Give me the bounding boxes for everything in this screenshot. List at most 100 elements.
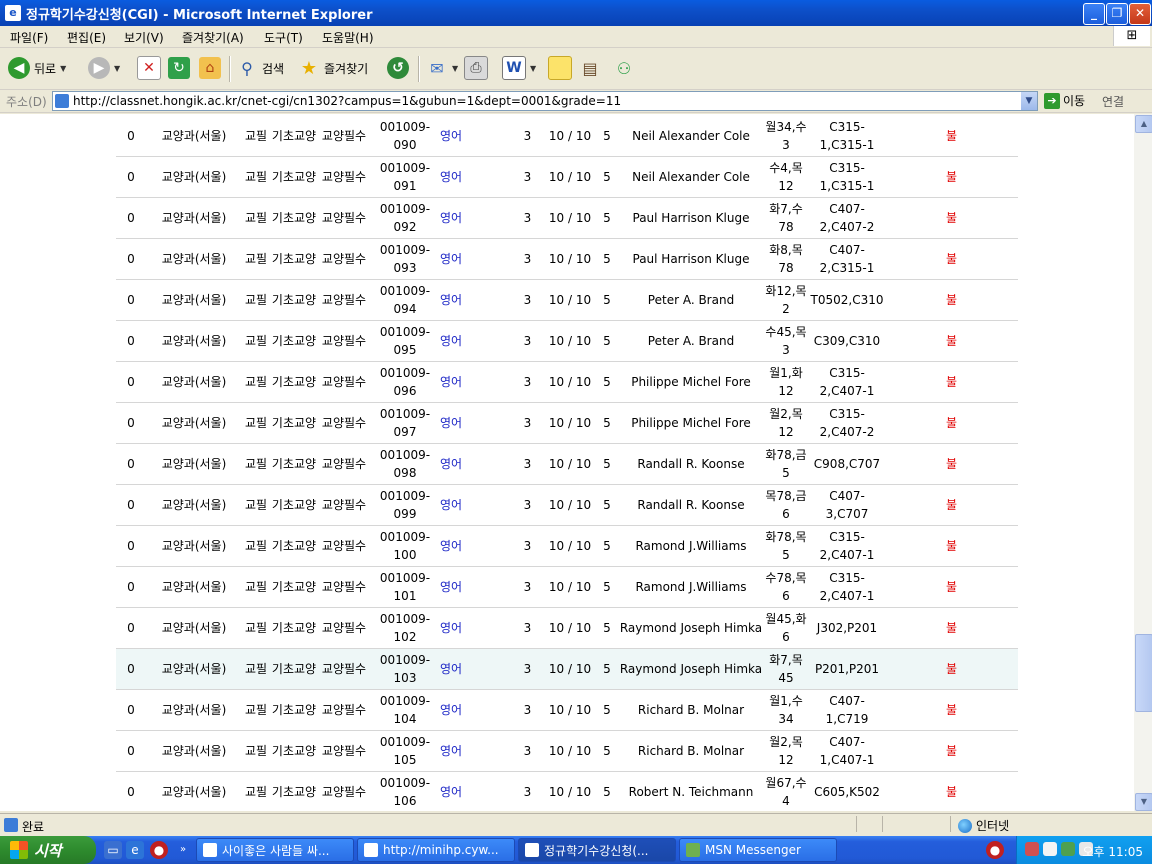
edit-button[interactable]: W ▼ [502,54,536,82]
show-desktop-icon[interactable]: ▭ [104,841,122,859]
course-name-link[interactable]: 영어 [440,320,510,362]
course-name-link[interactable]: 영어 [440,566,510,608]
minimize-button[interactable]: _ [1083,3,1105,25]
course-name-link[interactable]: 영어 [440,116,510,157]
cell-dept: 교양과(서울) [146,238,242,280]
mail-button[interactable]: ✉ ▼ [426,54,458,82]
cell-course-code: 001009-105 [370,730,440,772]
forward-button[interactable]: ▶ ▼ [88,54,120,82]
media-quicklaunch-icon[interactable]: ● [150,841,168,859]
cell-area: 기초교양 [270,648,318,690]
cell-credit: 3 [510,156,545,198]
course-name-link[interactable]: 영어 [440,361,510,403]
history-button[interactable]: ↺ [387,54,409,82]
scroll-up-icon[interactable]: ▲ [1135,115,1152,133]
cell-no: 0 [116,484,146,526]
tray-app-icon[interactable] [1025,842,1039,856]
search-button[interactable]: ⚲ 검색 [236,54,284,82]
cell-count: 5 [595,566,619,608]
tray-messenger-icon[interactable] [1061,842,1075,856]
edit-dropdown-icon[interactable]: ▼ [530,64,536,73]
course-name-link[interactable]: 영어 [440,607,510,649]
title-bar[interactable]: e 정규학기수강신청(CGI) - Microsoft Internet Exp… [0,0,1152,26]
course-name-link[interactable]: 영어 [440,443,510,485]
scroll-down-icon[interactable]: ▼ [1135,793,1152,811]
start-button[interactable]: 시작 [0,836,96,864]
cell-type: 교필 [242,238,270,280]
research-button[interactable]: ▤ [579,54,601,82]
go-button[interactable]: ➔ 이동 [1044,92,1085,109]
course-name-link[interactable]: 영어 [440,279,510,321]
cell-no: 0 [116,116,146,157]
home-button[interactable]: ⌂ [199,54,221,82]
links-button[interactable]: 연결 [1102,93,1124,110]
address-input[interactable]: http://classnet.hongik.ac.kr/cnet-cgi/cn… [52,91,1038,111]
close-button[interactable]: ✕ [1129,3,1151,25]
cell-subcategory: 교양필수 [318,197,370,239]
cell-area: 기초교양 [270,116,318,157]
maximize-button[interactable]: ❐ [1106,3,1128,25]
scroll-thumb[interactable] [1135,634,1152,712]
address-dropdown-icon[interactable]: ▼ [1021,92,1037,110]
cell-course-code: 001009-093 [370,238,440,280]
cell-time: 월67,수4 [763,771,809,811]
cell-room: C908,C707 [809,443,885,485]
course-name-link[interactable]: 영어 [440,771,510,811]
taskbar-item-3[interactable]: MSN Messenger [679,838,837,862]
cell-seats: 10 / 10 [545,320,595,362]
cell-type: 교필 [242,116,270,157]
course-name-link[interactable]: 영어 [440,197,510,239]
menu-bar: 파일(F) 편집(E) 보기(V) 즐겨찾기(A) 도구(T) 도움말(H) ⊞ [0,26,1152,48]
course-name-link[interactable]: 영어 [440,484,510,526]
table-row: 0 교양과(서울) 교필 기초교양 교양필수 001009-099 영어 3 10 / 10 5 R… [116,484,1018,526]
taskbar-item-1[interactable]: http://minihp.cyw... [357,838,515,862]
discuss-button[interactable] [548,54,572,82]
course-name-link[interactable]: 영어 [440,648,510,690]
course-name-link[interactable]: 영어 [440,402,510,444]
cell-time: 화8,목78 [763,238,809,280]
cell-time: 화12,목2 [763,279,809,321]
back-dropdown-icon[interactable]: ▼ [60,64,66,73]
refresh-button[interactable]: ↻ [168,54,190,82]
course-name-link[interactable]: 영어 [440,730,510,772]
course-name-link[interactable]: 영어 [440,238,510,280]
tray-media-icon[interactable]: ● [986,841,1004,859]
course-name-link[interactable]: 영어 [440,525,510,567]
favorites-button[interactable]: ★ 즐겨찾기 [298,54,368,82]
ie-quicklaunch-icon[interactable]: e [126,841,144,859]
cell-type: 교필 [242,279,270,321]
cell-professor: Randall R. Koonse [619,443,763,485]
cell-seats: 10 / 10 [545,771,595,811]
clock[interactable]: 오후 11:05 [1083,843,1143,860]
stop-button[interactable]: ✕ [137,54,161,82]
cell-seats: 10 / 10 [545,443,595,485]
cell-subcategory: 교양필수 [318,771,370,811]
table-row: 0 교양과(서울) 교필 기초교양 교양필수 001009-092 영어 3 10 / 10 5 P… [116,197,1018,239]
quicklaunch-more-icon[interactable]: » [174,841,192,859]
taskbar-item-0[interactable]: 사이좋은 사람들 싸... [196,838,354,862]
menu-tools[interactable]: 도구(T) [264,29,303,46]
vertical-scrollbar[interactable]: ▲ ▼ [1134,114,1152,811]
menu-file[interactable]: 파일(F) [10,29,48,46]
mail-dropdown-icon[interactable]: ▼ [452,64,458,73]
menu-edit[interactable]: 편집(E) [67,29,106,46]
forward-dropdown-icon[interactable]: ▼ [114,64,120,73]
course-name-link[interactable]: 영어 [440,689,510,731]
menu-help[interactable]: 도움말(H) [322,29,374,46]
cell-type: 교필 [242,402,270,444]
table-row: 0 교양과(서울) 교필 기초교양 교양필수 001009-106 영어 3 10 / 10 5 R… [116,771,1018,811]
print-button[interactable]: ⎙ [464,54,488,82]
menu-favorites[interactable]: 즐겨찾기(A) [182,29,244,46]
course-name-link[interactable]: 영어 [440,156,510,198]
cell-course-code: 001009-090 [370,116,440,157]
cell-credit: 3 [510,525,545,567]
messenger-button[interactable]: ⚇ [613,54,635,82]
cell-seats: 10 / 10 [545,156,595,198]
go-label: 이동 [1063,94,1086,108]
menu-view[interactable]: 보기(V) [124,29,164,46]
tray-v3-icon[interactable] [1043,842,1057,856]
back-button[interactable]: ◀ 뒤로 ▼ [8,54,66,82]
cell-dept: 교양과(서울) [146,197,242,239]
taskbar-item-2[interactable]: 정규학기수강신청(... [518,838,676,862]
table-row: 0 교양과(서울) 교필 기초교양 교양필수 001009-097 영어 3 10 / 10 5 P… [116,402,1018,444]
